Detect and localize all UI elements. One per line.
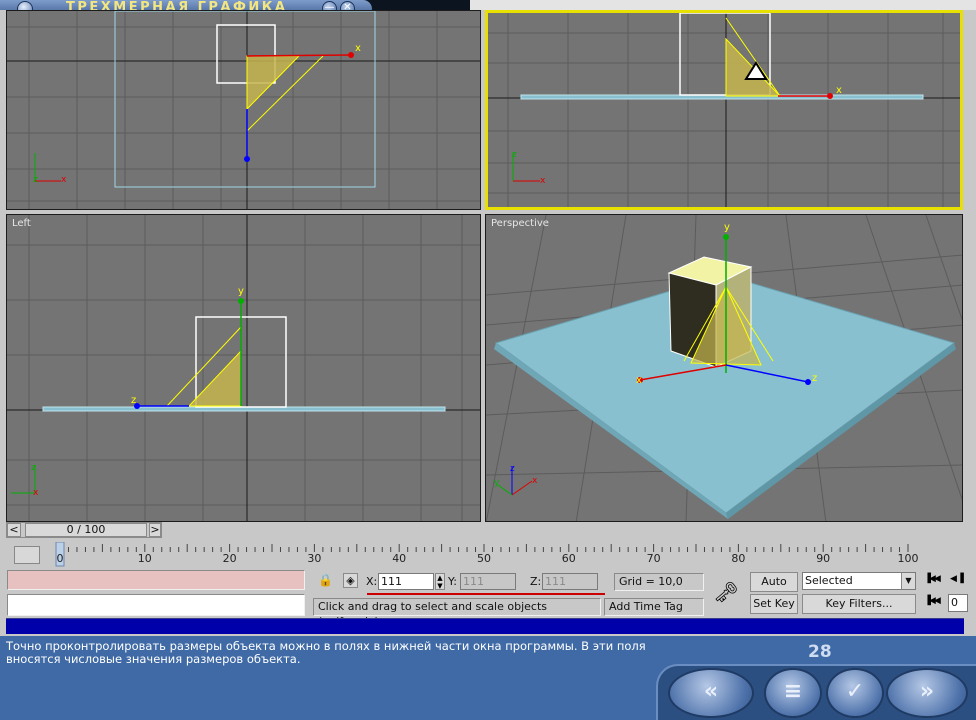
coord-y-label: Y: [448,575,457,588]
viewport-left-label: Left [12,218,31,229]
rewind-icon: « [703,679,719,704]
first-page-button[interactable]: « [668,668,754,718]
ok-button[interactable]: ✓ [826,668,884,718]
svg-text:x: x [33,488,39,498]
progress-strip [6,618,964,634]
coord-x-label: X: [366,575,378,588]
background-strip [470,0,976,10]
axis-label-z: z [131,395,136,406]
grid-size-display: Grid = 10,0 [614,573,704,591]
track-tick-label: 10 [137,552,152,565]
highlight-underline [367,593,605,595]
menu-button[interactable]: ≡ [764,668,822,718]
svg-text:x: x [636,375,642,386]
maxscript-listener-field[interactable] [7,570,305,590]
track-tick-label: 30 [307,552,322,565]
svg-text:z: z [812,373,817,384]
set-key-icon[interactable]: 🗝 [708,580,744,604]
track-tick-label: 100 [897,552,919,565]
axis-label-y: y [238,286,244,297]
key-selection-dropdown[interactable]: Selected ▼ [802,572,916,590]
chevron-down-icon[interactable]: ▼ [901,573,915,589]
coord-z-field[interactable]: 111 [542,573,598,590]
absolute-mode-icon[interactable]: ◈ [343,573,358,588]
svg-text:x: x [836,85,842,96]
coord-x-field[interactable]: 111 [378,573,434,590]
viewport-perspective-canvas: y x z z x y [486,215,962,521]
track-tick-label: 90 [816,552,831,565]
time-next-button[interactable]: > [149,523,161,537]
set-key-button[interactable]: Set Key [750,594,798,614]
previous-frame-icon[interactable]: ◀▐ [950,574,970,588]
svg-text:y: y [494,478,500,488]
svg-text:x: x [532,476,538,486]
svg-text:x: x [540,176,546,186]
svg-text:z: z [31,463,36,473]
viewport-front[interactable]: x z x [6,10,481,210]
track-bar-ticks [54,541,974,568]
key-filters-button[interactable]: Key Filters... [802,594,916,614]
viewport-left[interactable]: y z z x Left [6,214,481,522]
lesson-text: Точно проконтролировать размеры объекта … [6,640,646,666]
viewport-top-canvas: x z x [488,13,960,207]
curve-editor-icon[interactable] [14,546,40,564]
lesson-text-line-2: вносятся числовые значения размеров объе… [6,652,301,666]
svg-text:x: x [61,175,67,185]
coord-y-field[interactable]: 111 [460,573,516,590]
track-bar[interactable]: 0 10 20 30 40 50 60 70 80 90 100 [54,541,974,568]
track-tick-label: 0 [56,552,64,565]
next-page-button[interactable]: » [886,668,968,718]
lock-icon[interactable]: 🔒 [318,573,333,587]
track-tick-label: 50 [477,552,491,565]
time-slider[interactable]: < 0 / 100 > [6,522,162,538]
key-selection-value: Selected [805,574,853,587]
axis-label-x: x [355,43,361,54]
time-slider-thumb[interactable]: 0 / 100 [25,523,147,537]
svg-text:z: z [512,150,517,160]
check-icon: ✓ [845,679,865,704]
viewport-front-canvas: x z x [7,11,480,209]
coord-x-spinner[interactable]: ▲ ▼ [435,573,445,590]
go-to-start-icon[interactable]: ▐◀◀ [924,574,944,588]
key-mode-icon[interactable]: ▐◀◀ [924,596,942,610]
add-time-tag-button[interactable]: Add Time Tag [604,598,704,616]
svg-text:z: z [33,175,38,185]
viewport-perspective[interactable]: y x z z x y Perspective [485,214,963,522]
maxscript-input-field[interactable] [7,594,305,616]
time-prev-button[interactable]: < [7,523,21,537]
prompt-line: Click and drag to select and scale objec… [313,598,601,628]
viewport-left-canvas: y z z x [7,215,480,521]
viewport-perspective-label: Perspective [491,218,549,229]
track-tick-label: 40 [392,552,407,565]
page-number: 28 [808,642,832,662]
menu-icon: ≡ [783,679,803,704]
coord-z-label: Z: [530,575,542,588]
svg-text:z: z [510,464,515,474]
track-tick-label: 80 [731,552,746,565]
track-tick-label: 70 [646,552,661,565]
track-tick-label: 60 [561,552,576,565]
auto-key-button[interactable]: Auto Key [750,572,798,606]
track-tick-label: 20 [222,552,237,565]
viewport-top-active[interactable]: x z x [485,10,963,210]
current-frame-field[interactable]: 0 [948,594,968,612]
forward-icon: » [919,679,935,704]
svg-text:y: y [724,222,730,233]
